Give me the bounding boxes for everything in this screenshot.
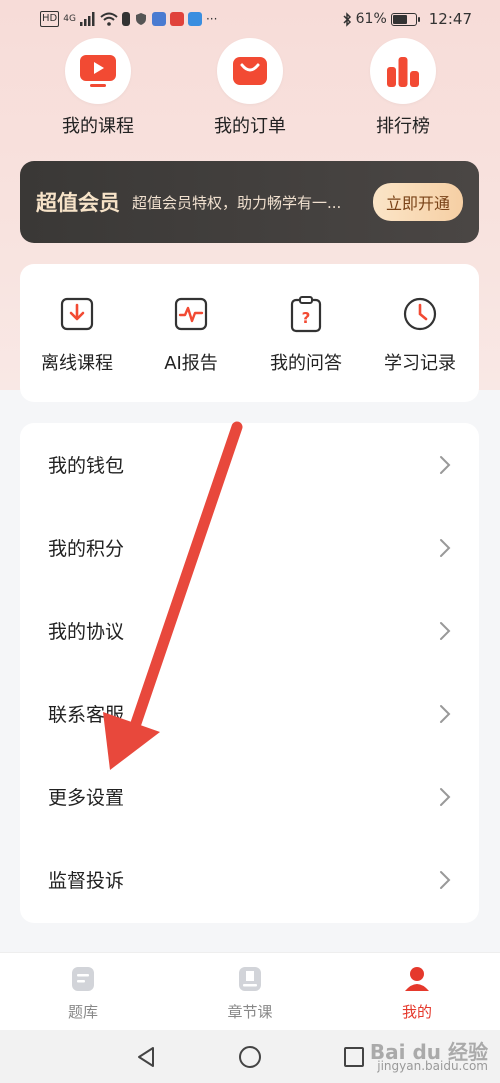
clock-icon (363, 294, 477, 334)
chevron-right-icon (440, 870, 451, 889)
question-bank-icon (72, 967, 94, 991)
watermark-url: jingyan.baidu.com (377, 1059, 488, 1073)
tool-offline-courses[interactable]: 离线课程 (20, 294, 134, 375)
chevron-right-icon (440, 455, 451, 474)
tab-question-bank[interactable]: 题库 (23, 965, 143, 1022)
watermark-brand: Bai du 经验 (369, 1040, 488, 1064)
back-icon[interactable] (135, 1045, 157, 1069)
battery-icon (390, 12, 420, 26)
tool-ai-report[interactable]: AI报告 (134, 294, 248, 375)
tab-label: 题库 (67, 1003, 98, 1021)
network-indicator: 4G (63, 14, 76, 24)
shield-icon (135, 13, 146, 25)
user-icon (405, 967, 429, 991)
download-icon (20, 294, 134, 334)
menu-item-label: 更多设置 (48, 787, 125, 809)
shortcut-label: 我的订单 (214, 116, 286, 137)
app-notification-icon (169, 12, 184, 26)
watermark: Bai du 经验 jingyan.baidu.com (369, 1040, 488, 1073)
course-play-icon (65, 38, 131, 104)
menu-item-complaints[interactable]: 监督投诉 (20, 838, 479, 921)
app-notification-icon (187, 12, 202, 26)
status-left: HD 4G ··· (40, 11, 217, 27)
shortcut-my-courses[interactable]: 我的课程 (28, 38, 168, 138)
tool-study-record[interactable]: 学习记录 (363, 294, 477, 375)
vip-description: 超值会员特权，助力畅学有一... (132, 193, 342, 212)
menu-item-label: 我的钱包 (48, 455, 125, 477)
tab-label: 我的 (401, 1003, 432, 1021)
tab-chapter-lessons[interactable]: 章节课 (190, 965, 310, 1022)
status-right: 61% 12:47 (342, 10, 472, 28)
menu-item-more-settings[interactable]: 更多设置 (20, 755, 479, 838)
vip-title: 超值会员 (36, 191, 120, 215)
alert-icon (121, 12, 130, 26)
wifi-icon (100, 12, 118, 26)
tool-my-qa[interactable]: ? 我的问答 (249, 294, 363, 375)
shortcut-label: 我的课程 (62, 116, 134, 137)
menu-item-label: 我的积分 (48, 538, 125, 560)
tool-label: 我的问答 (270, 353, 342, 374)
chevron-right-icon (440, 538, 451, 557)
battery-percent: 61% (355, 11, 387, 27)
shortcut-my-orders[interactable]: 我的订单 (180, 38, 320, 138)
menu-item-points[interactable]: 我的积分 (20, 506, 479, 589)
menu-item-label: 监督投诉 (48, 870, 125, 892)
menu-list: 我的钱包 我的积分 我的协议 联系客服 更多设置 监督投诉 (20, 423, 479, 923)
order-bag-icon (217, 38, 283, 104)
shortcut-row: 我的课程 我的订单 排行榜 (0, 38, 500, 143)
tool-label: 学习记录 (384, 353, 456, 374)
signal-icon (79, 12, 95, 26)
tab-label: 章节课 (227, 1003, 273, 1021)
hd-indicator: HD (40, 11, 60, 27)
chevron-right-icon (440, 704, 451, 723)
menu-item-label: 联系客服 (48, 704, 125, 726)
vip-open-button[interactable]: 立即开通 (372, 183, 463, 221)
svg-text:?: ? (302, 309, 311, 327)
vip-banner[interactable]: 超值会员 超值会员特权，助力畅学有一... 立即开通 (20, 161, 479, 243)
tool-label: 离线课程 (41, 353, 113, 374)
more-notifications-icon: ··· (205, 12, 218, 26)
menu-item-wallet[interactable]: 我的钱包 (20, 423, 479, 506)
shortcut-label: 排行榜 (376, 116, 430, 137)
menu-item-agreements[interactable]: 我的协议 (20, 589, 479, 672)
recents-icon[interactable] (343, 1046, 365, 1068)
ranking-bars-icon (370, 38, 436, 104)
clock: 12:47 (428, 10, 472, 28)
app-notification-icon (151, 12, 166, 26)
report-pulse-icon (134, 294, 248, 334)
menu-item-customer-service[interactable]: 联系客服 (20, 672, 479, 755)
question-clipboard-icon: ? (249, 294, 363, 334)
bluetooth-icon (343, 11, 351, 27)
menu-item-label: 我的协议 (48, 621, 125, 643)
bottom-tab-bar: 题库 章节课 我的 (0, 952, 500, 1030)
tools-card: 离线课程 AI报告 ? 我的问答 学习记录 (20, 264, 479, 402)
chevron-right-icon (440, 787, 451, 806)
tab-mine[interactable]: 我的 (357, 965, 477, 1022)
home-icon[interactable] (238, 1045, 262, 1069)
tool-label: AI报告 (164, 353, 218, 374)
shortcut-ranking[interactable]: 排行榜 (333, 38, 473, 138)
chevron-right-icon (440, 621, 451, 640)
book-icon (239, 967, 261, 991)
status-bar: HD 4G ··· 61% 12:47 (0, 0, 500, 38)
